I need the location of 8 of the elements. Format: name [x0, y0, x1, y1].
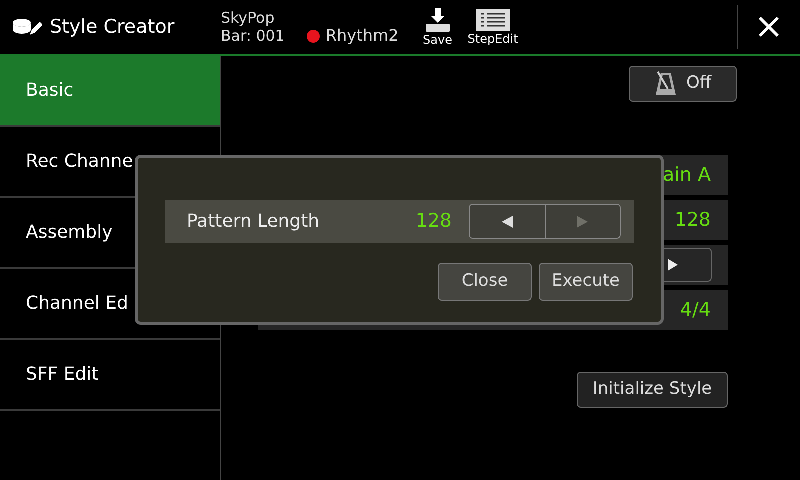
style-name: SkyPop [221, 9, 276, 27]
setting-value: 4/4 [680, 298, 711, 323]
screen-title: Style Creator [50, 14, 175, 40]
channel-name: Rhythm2 [326, 25, 399, 47]
setting-value: 128 [674, 208, 711, 233]
pattern-length-value: 128 [416, 209, 452, 234]
setting-value: ain A [662, 162, 711, 188]
bar-number: Bar: 001 [221, 27, 285, 45]
